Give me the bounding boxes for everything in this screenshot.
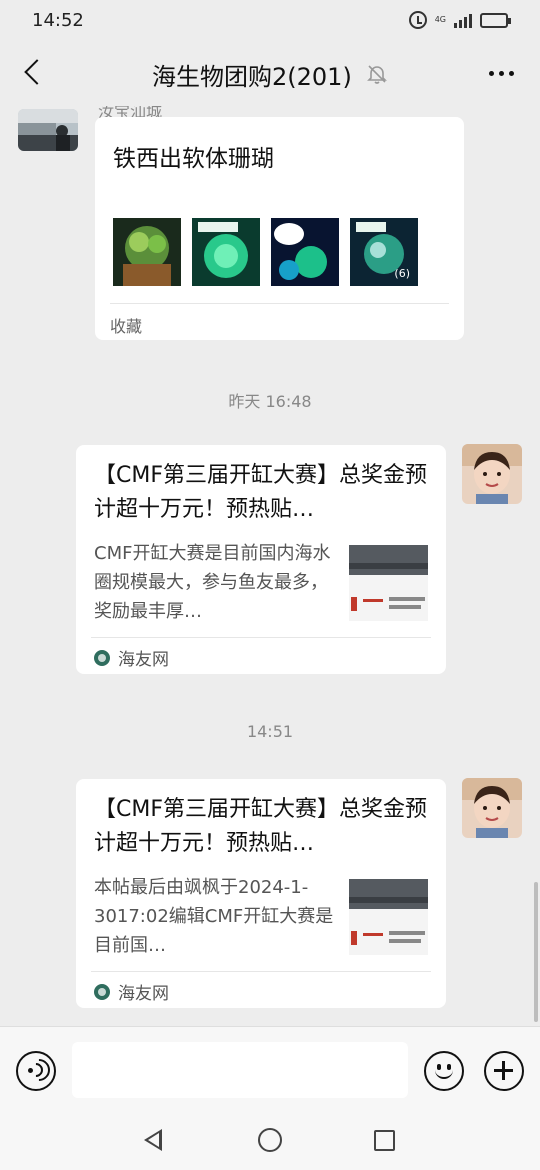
input-bar <box>0 1026 540 1112</box>
system-navigation-bar <box>0 1112 540 1170</box>
message-input[interactable] <box>72 1042 408 1098</box>
status-bar: 14:52 4G <box>0 0 540 40</box>
system-back-icon[interactable] <box>144 1129 162 1151</box>
emoji-button[interactable] <box>424 1051 464 1091</box>
divider <box>91 637 431 638</box>
coral-thumbnail: (6) <box>350 218 418 286</box>
coral-thumbnail <box>192 218 260 286</box>
mute-bell-icon <box>367 65 387 84</box>
network-type: 4G <box>434 15 446 24</box>
link-thumbnail <box>349 879 428 955</box>
source-name: 海友网 <box>118 650 169 670</box>
chat-title: 海生物团购2(201) <box>152 63 352 91</box>
link-description: 本帖最后由飒枫于2024-1-3017:02编辑CMF开缸大赛是目前国… <box>94 877 334 956</box>
note-title: 铁西出软体珊瑚 <box>113 146 274 172</box>
my-avatar[interactable] <box>462 778 522 838</box>
scrollbar[interactable] <box>534 882 538 1022</box>
image-count: (6) <box>394 267 410 280</box>
favorite-note-card[interactable]: 铁西出软体珊瑚 (6) 收藏 <box>95 117 464 340</box>
link-title: 【CMF第三届开缸大赛】总奖金预计超十万元！预热贴… <box>94 797 427 856</box>
my-avatar[interactable] <box>462 444 522 504</box>
source-name: 海友网 <box>118 984 169 1004</box>
status-time: 14:52 <box>32 9 84 31</box>
note-source-label: 收藏 <box>110 317 143 336</box>
system-home-icon[interactable] <box>258 1128 282 1152</box>
message-timestamp: 昨天 16:48 <box>228 392 312 411</box>
message-list[interactable]: 汝宝汕城 铁西出软体珊瑚 (6) 收藏 昨天 16:48 【CMF第三届开缸大赛… <box>0 106 540 1026</box>
alarm-icon <box>408 11 427 29</box>
note-thumbnails: (6) <box>113 218 418 286</box>
coral-thumbnail <box>271 218 339 286</box>
chat-header: 海生物团购2(201) <box>0 40 540 106</box>
link-card[interactable]: 【CMF第三届开缸大赛】总奖金预计超十万元！预热贴… CMF开缸大赛是目前国内海… <box>76 445 446 674</box>
link-description: CMF开缸大赛是目前国内海水圈规模最大，参与鱼友最多，奖励最丰厚… <box>94 543 331 622</box>
back-button[interactable] <box>18 58 48 88</box>
signal-icon <box>454 12 472 28</box>
source-logo-icon <box>94 983 110 1000</box>
more-actions-button[interactable] <box>484 1051 524 1091</box>
coral-thumbnail <box>113 218 181 286</box>
link-source: 海友网 <box>94 979 169 1004</box>
sender-avatar[interactable] <box>18 109 78 151</box>
source-logo-icon <box>94 649 110 666</box>
divider <box>91 971 431 972</box>
link-card[interactable]: 【CMF第三届开缸大赛】总奖金预计超十万元！预热贴… 本帖最后由飒枫于2024-… <box>76 779 446 1008</box>
status-icons: 4G <box>408 11 511 29</box>
link-title: 【CMF第三届开缸大赛】总奖金预计超十万元！预热贴… <box>94 463 427 522</box>
battery-icon <box>480 12 511 28</box>
link-source: 海友网 <box>94 645 169 670</box>
link-thumbnail <box>349 545 428 621</box>
voice-input-button[interactable] <box>16 1051 56 1091</box>
more-options-button[interactable] <box>489 71 514 76</box>
divider <box>110 303 449 304</box>
system-recents-icon[interactable] <box>374 1130 395 1151</box>
message-timestamp: 14:51 <box>246 722 294 741</box>
